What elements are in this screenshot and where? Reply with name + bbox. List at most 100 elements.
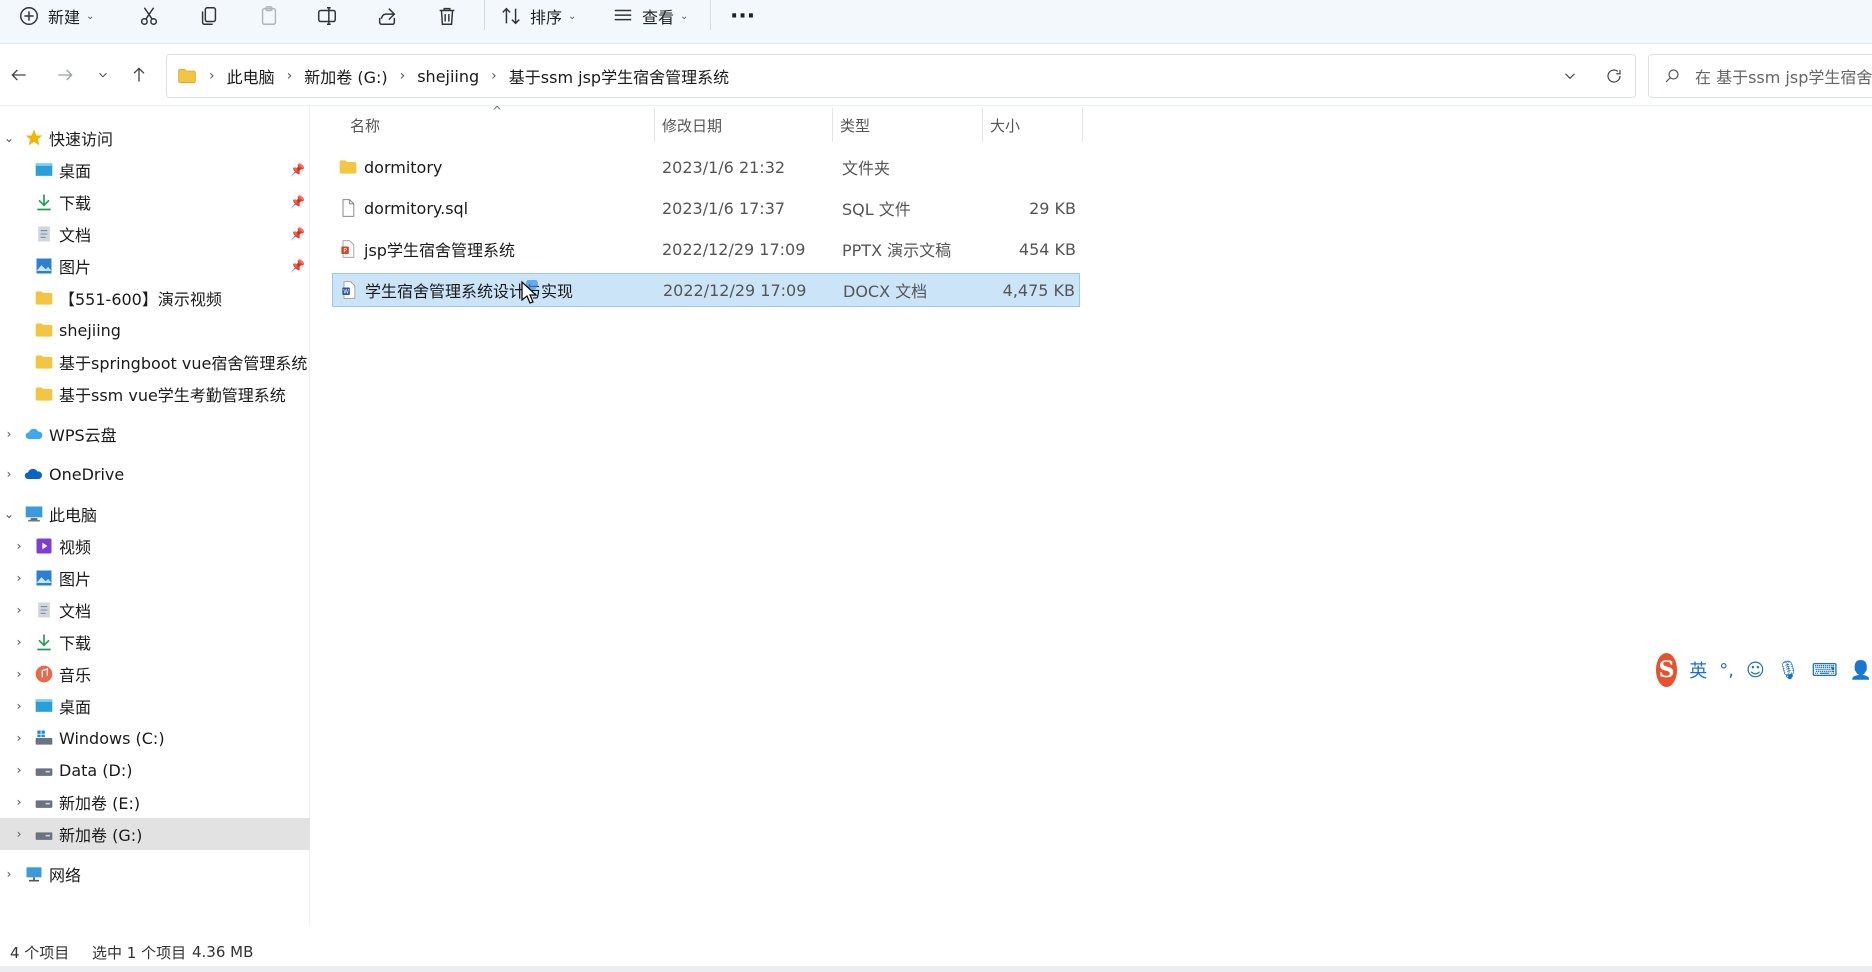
refresh-icon[interactable] [1605, 67, 1623, 85]
pin-icon[interactable]: 📌 [290, 259, 305, 273]
sidebar-item-onedrive[interactable]: › OneDrive [0, 458, 310, 490]
sidebar-item-this-pc[interactable]: ⌄ 此电脑 [0, 498, 310, 530]
chevron-right-icon[interactable]: › [12, 539, 26, 553]
sort-ascending-icon: ^ [492, 104, 503, 118]
chevron-down-icon: ⌄ [680, 10, 689, 22]
sidebar-item-documents[interactable]: 文档 📌 [0, 218, 310, 250]
chevron-right-icon[interactable]: › [12, 603, 26, 617]
video-icon [36, 538, 52, 554]
selection-count: 选中 1 个项目 [92, 943, 187, 962]
ime-mode-label[interactable]: 英 [1689, 657, 1707, 683]
breadcrumb-item-this-pc[interactable]: 此电脑 [227, 64, 275, 88]
chevron-right-icon[interactable]: › [12, 827, 26, 841]
ime-toolbar[interactable]: S 英 °, ☺ 🎙 ⌨ 👤 [1656, 650, 1872, 690]
sidebar-item-videos[interactable]: › 视频 [0, 530, 310, 562]
folder-icon [35, 355, 53, 369]
view-button[interactable]: 查看 ⌄ [612, 0, 688, 38]
keyboard-icon[interactable]: ⌨ [1812, 660, 1838, 681]
new-button[interactable]: 新建 ⌄ [18, 0, 94, 38]
user-icon[interactable]: 👤 [1850, 660, 1872, 681]
chevron-right-icon[interactable]: › [491, 68, 497, 84]
sidebar-item-drive-e[interactable]: › 新加卷 (E:) [0, 786, 310, 818]
paste-button[interactable] [258, 0, 280, 38]
sidebar-item-desktop[interactable]: 桌面 📌 [0, 154, 310, 186]
sidebar-item-network[interactable]: › 网络 [0, 858, 310, 890]
punctuation-icon[interactable]: °, [1719, 660, 1734, 681]
sidebar-item-music[interactable]: › 音乐 [0, 658, 310, 690]
chevron-right-icon[interactable]: › [12, 763, 26, 777]
column-divider[interactable] [1082, 108, 1083, 142]
share-button[interactable] [376, 0, 398, 38]
pictures-icon [36, 570, 52, 586]
more-options-button[interactable]: ··· [730, 0, 755, 38]
file-row[interactable]: W 学生宿舍管理系统设计与实现 2022/12/29 17:09 DOCX 文档… [332, 273, 1080, 307]
breadcrumb-item-current-folder[interactable]: 基于ssm jsp学生宿舍管理系统 [509, 64, 729, 88]
sidebar-item-pictures[interactable]: 图片 📌 [0, 250, 310, 282]
file-row[interactable]: P jsp学生宿舍管理系统 2022/12/29 17:09 PPTX 演示文稿… [332, 232, 1080, 266]
breadcrumb-item-drive-g[interactable]: 新加卷 (G:) [304, 64, 387, 88]
sidebar-item-wps-cloud[interactable]: › WPS云盘 [0, 418, 310, 450]
sidebar-item-drive-d[interactable]: › Data (D:) [0, 754, 310, 786]
sidebar-item-folder[interactable]: 基于ssm vue学生考勤管理系统 [0, 378, 310, 410]
up-button[interactable] [126, 62, 152, 88]
chevron-right-icon[interactable]: › [12, 795, 26, 809]
trash-icon [439, 7, 455, 25]
chevron-right-icon[interactable]: › [12, 731, 26, 745]
column-header-date[interactable]: 修改日期 [662, 106, 722, 144]
chevron-right-icon[interactable]: › [2, 427, 16, 441]
sidebar-item-drive-c[interactable]: › Windows (C:) [0, 722, 310, 754]
file-row[interactable]: dormitory.sql 2023/1/6 17:37 SQL 文件 29 K… [332, 191, 1080, 225]
sidebar-item-pictures[interactable]: › 图片 [0, 562, 310, 594]
sidebar-item-documents[interactable]: › 文档 [0, 594, 310, 626]
toolbar-divider [710, 0, 711, 30]
forward-button[interactable] [52, 62, 78, 88]
search-placeholder: 在 基于ssm jsp学生宿舍管 [1695, 68, 1872, 87]
delete-button[interactable] [436, 0, 458, 38]
sidebar-item-drive-g[interactable]: › 新加卷 (G:) [0, 818, 310, 850]
view-list-icon [614, 9, 632, 21]
sidebar-item-folder[interactable]: 【551-600】演示视频 [0, 282, 310, 314]
column-header-size[interactable]: 大小 [990, 106, 1020, 144]
recent-locations-button[interactable] [90, 62, 116, 88]
window-bottom-edge [0, 966, 1872, 972]
sidebar-item-quick-access[interactable]: ⌄ 快速访问 [0, 122, 310, 154]
plus-circle-icon [20, 7, 38, 25]
rename-icon [318, 7, 336, 25]
pin-icon[interactable]: 📌 [290, 227, 305, 241]
copy-button[interactable] [198, 0, 220, 38]
chevron-down-icon[interactable]: ⌄ [2, 131, 16, 145]
sidebar-item-downloads[interactable]: › 下载 [0, 626, 310, 658]
address-bar[interactable]: › 此电脑 › 新加卷 (G:) › shejiing › 基于ssm jsp学… [166, 54, 1636, 98]
pin-icon[interactable]: 📌 [290, 163, 305, 177]
selection-size: 4.36 MB [192, 943, 254, 961]
chevron-right-icon[interactable]: › [12, 667, 26, 681]
column-header-name[interactable]: 名称 [350, 106, 380, 144]
chevron-right-icon[interactable]: › [400, 68, 406, 84]
search-input[interactable]: 在 基于ssm jsp学生宿舍管 [1648, 54, 1872, 98]
sidebar-item-downloads[interactable]: 下载 📌 [0, 186, 310, 218]
back-button[interactable] [6, 62, 32, 88]
chevron-right-icon[interactable]: › [2, 867, 16, 881]
sidebar-item-folder[interactable]: shejiing [0, 314, 310, 346]
file-row[interactable]: dormitory 2023/1/6 21:32 文件夹 [332, 150, 1080, 184]
chevron-right-icon[interactable]: › [12, 571, 26, 585]
chevron-right-icon[interactable]: › [2, 467, 16, 481]
column-divider[interactable] [654, 108, 655, 142]
sort-button[interactable]: 排序 ⌄ [500, 0, 576, 38]
chevron-down-icon[interactable]: ⌄ [2, 507, 16, 521]
cut-button[interactable] [138, 0, 160, 38]
pin-icon[interactable]: 📌 [290, 195, 305, 209]
chevron-right-icon[interactable]: › [12, 635, 26, 649]
sidebar-item-desktop[interactable]: › 桌面 [0, 690, 310, 722]
column-divider[interactable] [832, 108, 833, 142]
microphone-icon[interactable]: 🎙 [1777, 660, 1800, 681]
chevron-down-icon[interactable] [1561, 67, 1579, 85]
breadcrumb-item-shejiing[interactable]: shejiing [417, 67, 479, 86]
column-divider[interactable] [982, 108, 983, 142]
column-header-type[interactable]: 类型 [840, 106, 870, 144]
rename-button[interactable] [316, 0, 338, 38]
sidebar-item-folder[interactable]: 基于springboot vue宿舍管理系统 [0, 346, 310, 378]
emoji-icon[interactable]: ☺ [1746, 660, 1765, 681]
chevron-right-icon[interactable]: › [287, 68, 293, 84]
chevron-right-icon[interactable]: › [12, 699, 26, 713]
